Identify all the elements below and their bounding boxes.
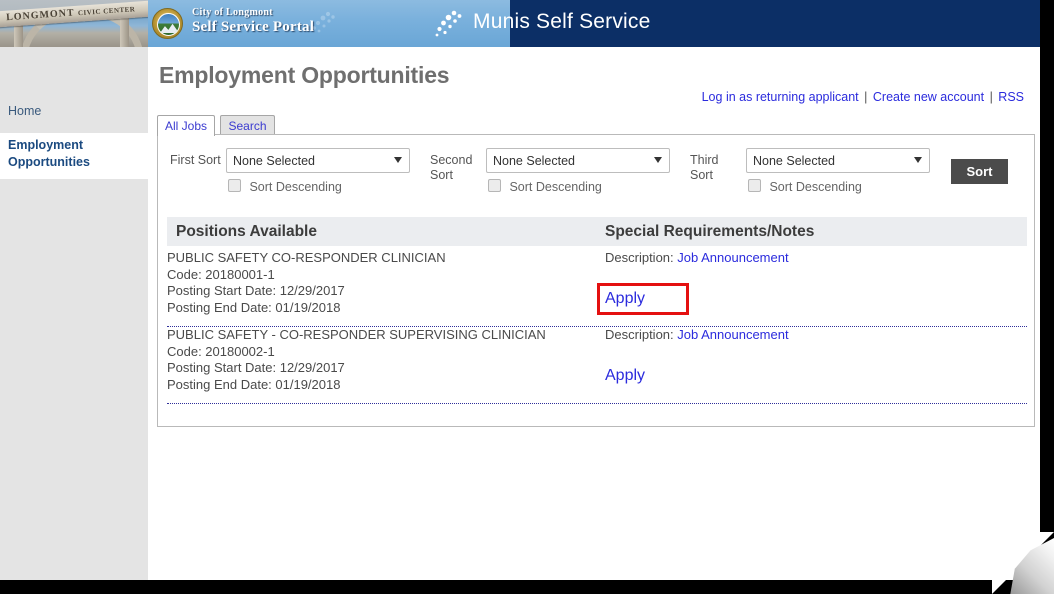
sort-button-label: Sort [966, 164, 993, 179]
second-sort-value: None Selected [493, 154, 576, 168]
second-sort-descending-label: Sort Descending [509, 180, 602, 194]
browser-window: LONGMONT CIVIC CENTER City of Longmont S… [0, 0, 1062, 602]
tab-panel-seam [158, 134, 212, 136]
column-header-positions: Positions Available [176, 223, 317, 240]
create-new-account-link[interactable]: Create new account [873, 90, 984, 104]
job-code: Code: 20180002-1 [167, 343, 275, 359]
column-header-requirements: Special Requirements/Notes [605, 223, 815, 240]
account-links: Log in as returning applicant | Create n… [702, 90, 1024, 104]
job-announcement-link[interactable]: Job Announcement [677, 327, 788, 342]
first-sort-descending-row[interactable]: Sort Descending [228, 178, 342, 196]
job-code: Code: 20180001-1 [167, 266, 275, 282]
portal-title-block: City of Longmont Self Service Portal [192, 7, 314, 36]
munis-logo-icon [434, 10, 464, 38]
civic-center-photo: LONGMONT CIVIC CENTER [0, 0, 148, 47]
site-banner: LONGMONT CIVIC CENTER City of Longmont S… [0, 0, 1040, 47]
table-row: PUBLIC SAFETY CO-RESPONDER CLINICIAN Cod… [167, 250, 1027, 326]
second-sort-descending-row[interactable]: Sort Descending [488, 178, 602, 196]
page-curl-corner [992, 532, 1054, 594]
tab-bar: All Jobs Search [157, 115, 276, 136]
first-sort-select[interactable]: None Selected [226, 148, 410, 173]
third-sort-descending-row[interactable]: Sort Descending [748, 178, 862, 196]
first-sort-descending-label: Sort Descending [249, 180, 342, 194]
job-announcement-link[interactable]: Job Announcement [677, 250, 788, 265]
tab-search[interactable]: Search [220, 115, 275, 136]
job-description-cell: Description: Job Announcement [605, 327, 789, 342]
page-title: Employment Opportunities [159, 62, 450, 88]
jobs-panel: First Sort None Selected Sort Descending… [157, 134, 1035, 427]
table-row: PUBLIC SAFETY - CO-RESPONDER SUPERVISING… [167, 327, 1027, 403]
chevron-down-icon [914, 157, 922, 163]
city-seal-icon [152, 8, 183, 39]
job-posting-end: Posting End Date: 01/19/2018 [167, 376, 341, 392]
second-sort-select-wrap: None Selected [486, 148, 670, 173]
description-label: Description: [605, 327, 674, 342]
sidebar-item-employment-label: Employment Opportunities [8, 138, 90, 169]
third-sort-label: Third Sort [690, 153, 719, 182]
link-separator-1: | [864, 90, 868, 104]
chevron-down-icon [654, 157, 662, 163]
sidebar-item-home-label: Home [8, 104, 42, 118]
third-sort-descending-label: Sort Descending [769, 180, 862, 194]
job-title: PUBLIC SAFETY - CO-RESPONDER SUPERVISING… [167, 327, 546, 342]
sort-controls: First Sort None Selected Sort Descending… [158, 145, 1036, 207]
link-separator-2: | [989, 90, 993, 104]
third-sort-select[interactable]: None Selected [746, 148, 930, 173]
apply-link[interactable]: Apply [605, 290, 645, 308]
arch-post-right [120, 16, 129, 47]
second-sort-label: Second Sort [430, 153, 473, 182]
main-content: Employment Opportunities Log in as retur… [148, 47, 1040, 588]
tab-search-label: Search [228, 119, 267, 133]
page-curl-fold [1010, 538, 1054, 594]
tab-all-jobs[interactable]: All Jobs [157, 115, 216, 136]
first-sort-value: None Selected [233, 154, 316, 168]
left-sidebar: Home Employment Opportunities [0, 47, 148, 588]
first-sort-label: First Sort [170, 153, 221, 167]
first-sort-select-wrap: None Selected [226, 148, 410, 173]
sort-button[interactable]: Sort [951, 159, 1008, 184]
third-sort-descending-checkbox[interactable] [748, 179, 761, 192]
description-label: Description: [605, 250, 674, 265]
sidebar-item-home[interactable]: Home [0, 99, 148, 123]
product-title: Munis Self Service [473, 10, 651, 33]
apply-link[interactable]: Apply [605, 367, 645, 385]
mountain-glyph [160, 23, 179, 33]
tab-all-jobs-label: All Jobs [165, 119, 208, 133]
portal-subtitle: Self Service Portal [192, 19, 315, 35]
login-returning-applicant-link[interactable]: Log in as returning applicant [702, 90, 859, 104]
third-sort-select-wrap: None Selected [746, 148, 930, 173]
window-border-bottom [0, 580, 1040, 594]
row-divider [167, 403, 1027, 404]
job-description-cell: Description: Job Announcement [605, 250, 789, 265]
first-sort-descending-checkbox[interactable] [228, 179, 241, 192]
city-seal-inner [157, 13, 180, 36]
munis-watermark-icon [306, 10, 340, 36]
chevron-down-icon [394, 157, 402, 163]
window-border-right [1040, 0, 1054, 556]
rss-link[interactable]: RSS [998, 90, 1024, 104]
sidebar-item-employment-opportunities[interactable]: Employment Opportunities [0, 133, 148, 179]
second-sort-descending-checkbox[interactable] [488, 179, 501, 192]
portal-city-name: City of Longmont [192, 7, 273, 18]
third-sort-value: None Selected [753, 154, 836, 168]
second-sort-select[interactable]: None Selected [486, 148, 670, 173]
job-posting-start: Posting Start Date: 12/29/2017 [167, 360, 345, 375]
job-title: PUBLIC SAFETY CO-RESPONDER CLINICIAN [167, 250, 446, 265]
table-header-row: Positions Available Special Requirements… [167, 217, 1027, 246]
